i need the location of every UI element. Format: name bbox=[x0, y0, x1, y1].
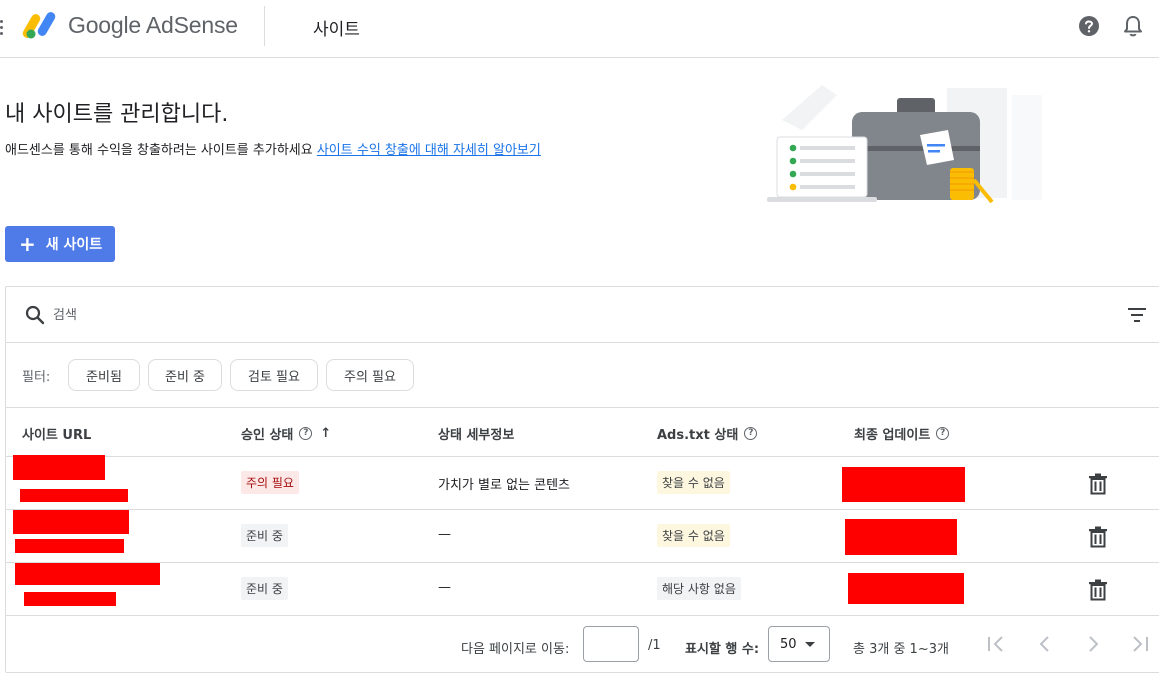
rows-per-page-value: 50 bbox=[780, 636, 797, 652]
redacted-site-url bbox=[13, 510, 129, 534]
redacted-site-url-sub bbox=[15, 539, 124, 553]
filter-chip-preparing[interactable]: 준비 중 bbox=[148, 359, 222, 391]
column-site-url[interactable]: 사이트 URL bbox=[22, 424, 91, 443]
ads-txt-badge: 찾을 수 없음 bbox=[657, 471, 730, 494]
help-circle-icon[interactable]: ? bbox=[744, 427, 758, 440]
rows-per-page-label: 표시할 행 수: bbox=[685, 642, 760, 657]
page-range: 총 3개 중 1~3개 bbox=[853, 642, 949, 657]
last-page-icon[interactable] bbox=[1129, 633, 1151, 655]
page-title: 내 사이트를 관리합니다. bbox=[5, 102, 229, 127]
menu-icon[interactable] bbox=[0, 20, 4, 36]
section-title: 사이트 bbox=[313, 20, 360, 40]
filter-chip-needs-attention[interactable]: 주의 필요 bbox=[326, 359, 414, 391]
delete-trash-icon[interactable] bbox=[1088, 473, 1108, 495]
total-pages: /1 bbox=[648, 638, 661, 653]
notifications-bell-icon[interactable] bbox=[1122, 14, 1144, 38]
column-site-url-label: 사이트 URL bbox=[22, 428, 92, 443]
top-app-bar: Google AdSense 사이트 bbox=[0, 0, 1159, 58]
new-site-label: 새 사이트 bbox=[45, 237, 103, 253]
page-description: 애드센스를 통해 수익을 창출하려는 사이트를 추가하세요 사이트 수익 창출에… bbox=[5, 139, 541, 158]
column-status-details: 상태 세부정보 bbox=[438, 424, 514, 443]
ads-txt-badge: 찾을 수 없음 bbox=[657, 524, 730, 547]
status-badge: 준비 중 bbox=[241, 577, 288, 600]
status-details-text: — bbox=[438, 527, 451, 542]
table-row[interactable]: 준비 중 — 찾을 수 없음 bbox=[6, 510, 1159, 563]
column-last-updated-label: 최종 업데이트 bbox=[854, 428, 931, 443]
description-text: 애드센스를 통해 수익을 창출하려는 사이트를 추가하세요 bbox=[5, 143, 313, 158]
first-page-icon[interactable] bbox=[985, 633, 1007, 655]
redacted-site-url-sub bbox=[20, 489, 128, 502]
dropdown-arrow-icon bbox=[805, 642, 815, 647]
help-circle-icon[interactable]: ? bbox=[936, 427, 950, 440]
column-approval-status-label: 승인 상태 bbox=[241, 428, 294, 443]
goto-page-input[interactable] bbox=[583, 626, 639, 662]
goto-page-label: 다음 페이지로 이동: bbox=[461, 642, 570, 657]
adsense-logo-icon[interactable] bbox=[22, 11, 58, 39]
search-input[interactable] bbox=[53, 303, 653, 327]
column-last-updated[interactable]: 최종 업데이트 ? bbox=[854, 424, 950, 443]
search-bar bbox=[6, 287, 1159, 343]
status-details-text: — bbox=[438, 580, 451, 595]
delete-trash-icon[interactable] bbox=[1088, 579, 1108, 601]
status-badge: 주의 필요 bbox=[241, 471, 299, 494]
next-page-icon[interactable] bbox=[1082, 633, 1104, 655]
column-ads-txt-label: Ads.txt 상태 bbox=[657, 428, 739, 443]
table-row[interactable]: 준비 중 — 해당 사항 없음 bbox=[6, 563, 1159, 616]
sort-arrow-up-icon[interactable]: ↑ bbox=[320, 426, 331, 441]
plus-icon: + bbox=[19, 232, 36, 256]
rows-per-page-select[interactable]: 50 bbox=[768, 626, 830, 662]
redacted-last-updated bbox=[842, 467, 965, 502]
help-icon[interactable] bbox=[1078, 15, 1100, 37]
filter-chip-ready[interactable]: 준비됨 bbox=[68, 359, 140, 391]
filter-label: 필터: bbox=[22, 370, 51, 385]
filter-chips-row: 필터: 준비됨 준비 중 검토 필요 주의 필요 bbox=[6, 343, 1159, 408]
pagination-bar: 다음 페이지로 이동: /1 표시할 행 수: 50 총 3개 중 1~3개 bbox=[6, 616, 1159, 674]
new-site-button[interactable]: + 새 사이트 bbox=[5, 226, 115, 262]
ads-txt-badge: 해당 사항 없음 bbox=[657, 577, 741, 600]
column-ads-txt-status[interactable]: Ads.txt 상태 ? bbox=[657, 424, 758, 443]
app-name[interactable]: Google AdSense bbox=[68, 12, 238, 39]
learn-more-link[interactable]: 사이트 수익 창출에 대해 자세히 알아보기 bbox=[317, 143, 541, 158]
help-circle-icon[interactable]: ? bbox=[299, 427, 313, 440]
column-approval-status[interactable]: 승인 상태 ? ↑ bbox=[241, 424, 331, 443]
column-status-details-label: 상태 세부정보 bbox=[438, 428, 515, 443]
delete-trash-icon[interactable] bbox=[1088, 526, 1108, 548]
status-details-text: 가치가 별로 없는 콘텐츠 bbox=[438, 478, 570, 493]
table-row[interactable]: 주의 필요 가치가 별로 없는 콘텐츠 찾을 수 없음 bbox=[6, 455, 1159, 510]
redacted-site-url-sub bbox=[24, 592, 116, 606]
redacted-site-url bbox=[13, 455, 105, 480]
sites-table-card: 필터: 준비됨 준비 중 검토 필요 주의 필요 사이트 URL 승인 상태 ?… bbox=[5, 286, 1159, 673]
sites-illustration-icon bbox=[767, 85, 1042, 204]
filter-list-icon[interactable] bbox=[1127, 307, 1147, 323]
redacted-last-updated bbox=[848, 573, 964, 604]
filter-chip-needs-review[interactable]: 검토 필요 bbox=[230, 359, 318, 391]
header-divider bbox=[264, 6, 265, 46]
redacted-site-url bbox=[15, 563, 160, 585]
search-icon bbox=[25, 305, 45, 325]
status-badge: 준비 중 bbox=[241, 524, 288, 547]
previous-page-icon[interactable] bbox=[1034, 633, 1056, 655]
redacted-last-updated bbox=[845, 519, 957, 555]
table-header: 사이트 URL 승인 상태 ? ↑ 상태 세부정보 Ads.txt 상태 ? 최… bbox=[6, 408, 1159, 457]
